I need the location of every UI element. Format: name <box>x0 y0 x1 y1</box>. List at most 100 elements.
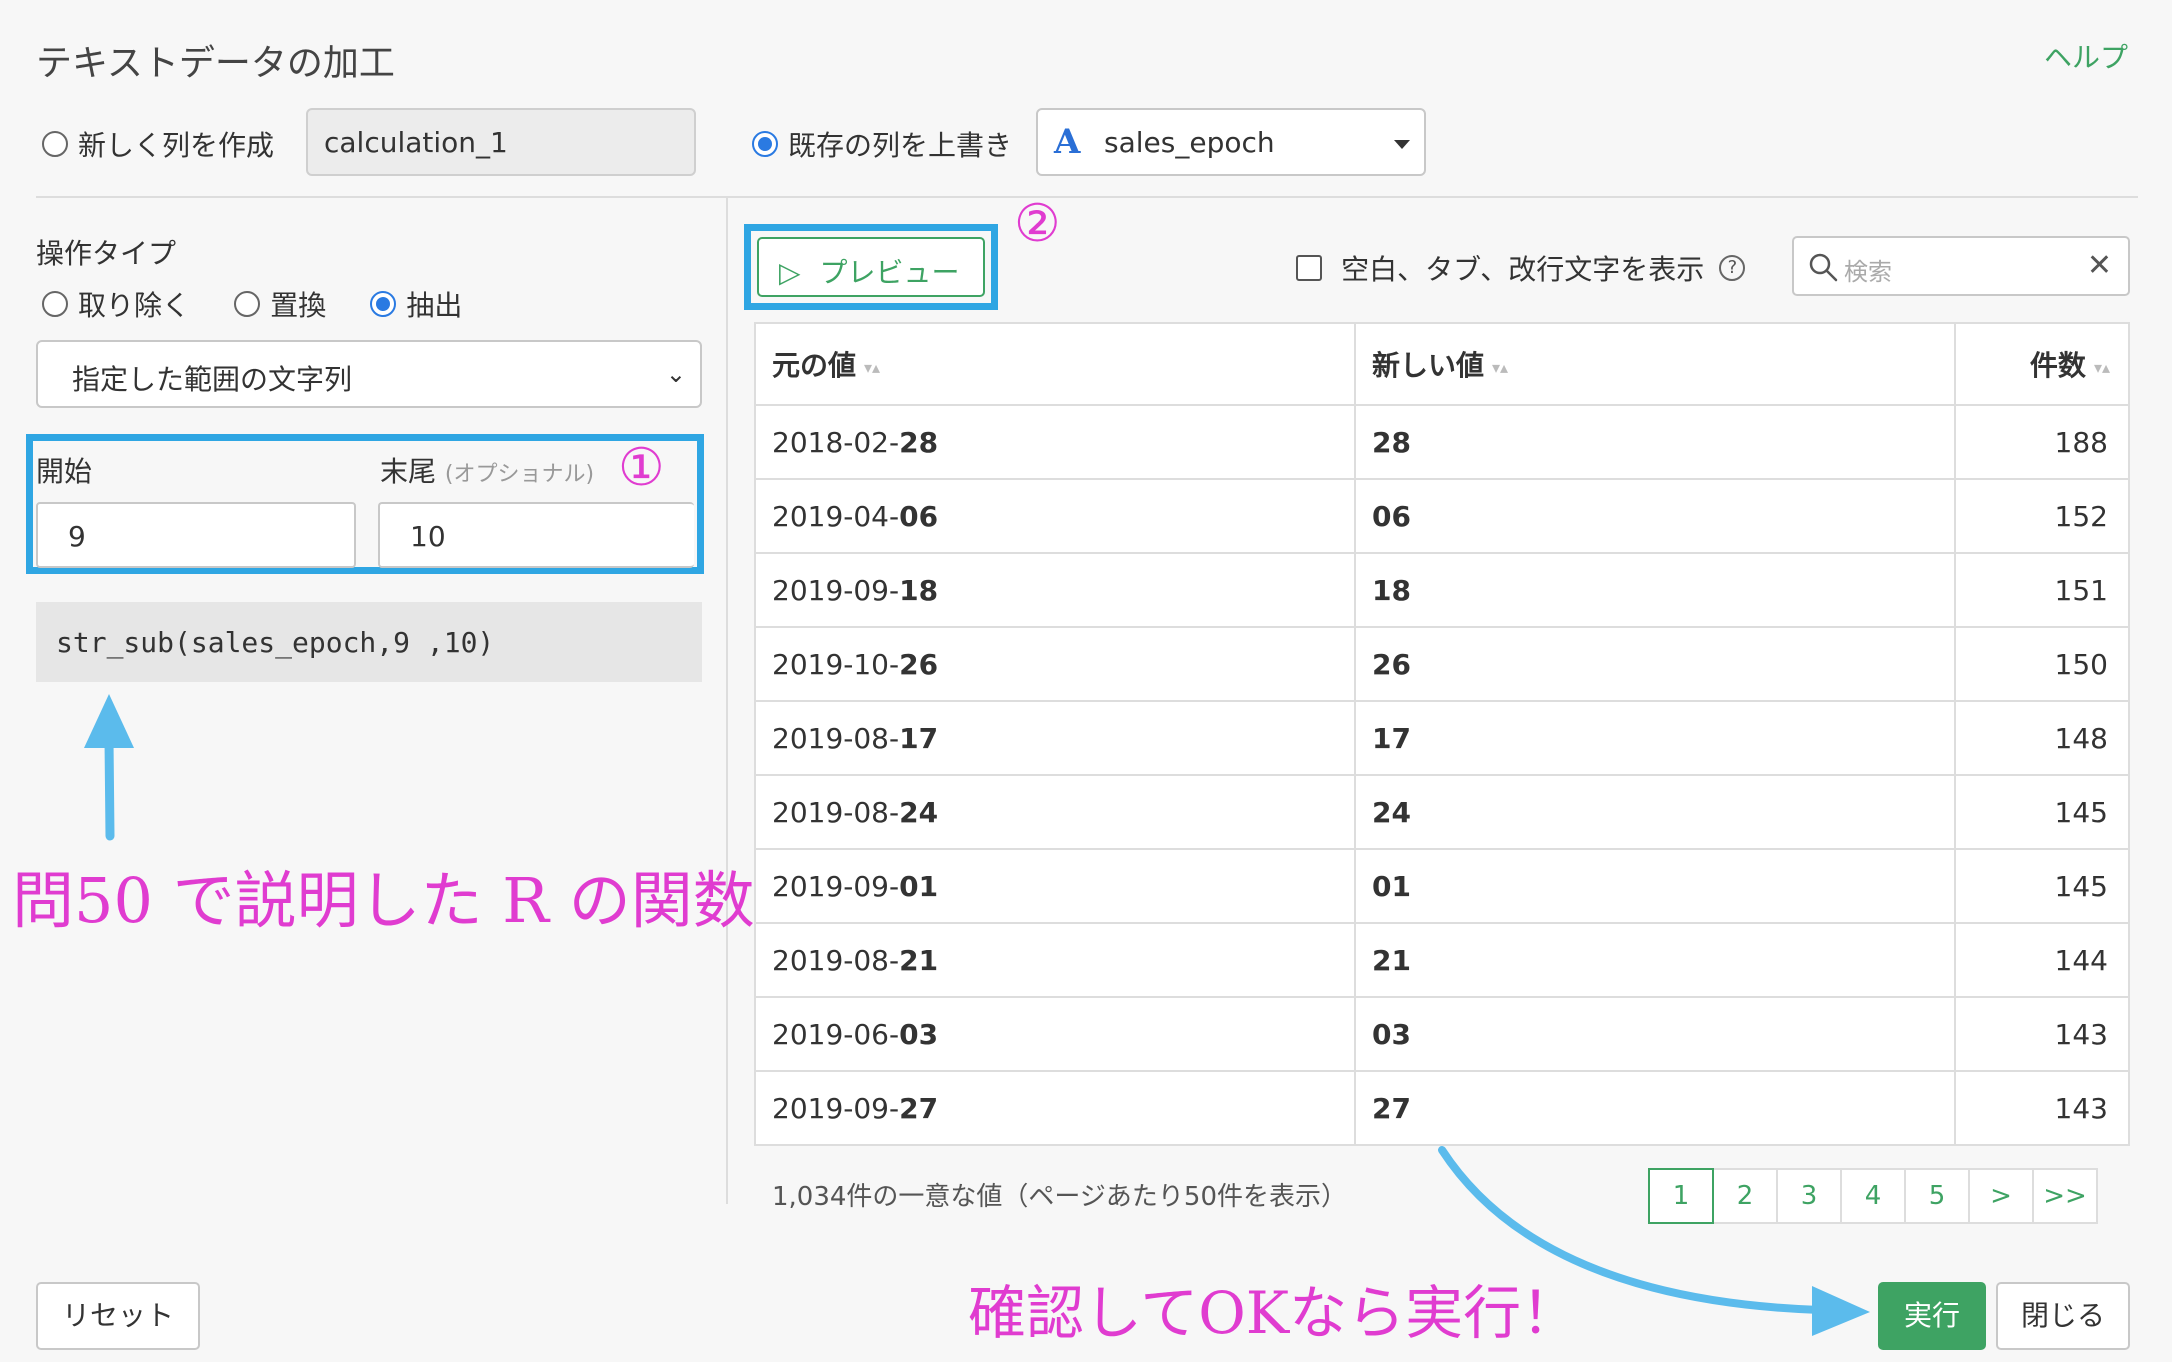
page-link[interactable]: >> <box>2032 1168 2098 1224</box>
original-value-cell: 2019-09-18 <box>754 552 1356 628</box>
annotation-run-note: 確認してOKなら実行！ <box>968 1279 1580 1347</box>
column-select[interactable]: A sales_epoch <box>1036 108 1426 176</box>
original-value-cell: 2019-09-27 <box>754 1070 1356 1146</box>
character-type-icon: A <box>1054 122 1081 162</box>
count-cell: 143 <box>1954 996 2130 1072</box>
column-select-value: sales_epoch <box>1104 126 1275 159</box>
new-value-cell: 27 <box>1354 1070 1956 1146</box>
operation-remove-option[interactable]: 取り除く <box>42 289 190 322</box>
overwrite-column-option[interactable]: 既存の列を上書き <box>752 124 1012 164</box>
new-value-cell: 24 <box>1354 774 1956 850</box>
original-value-cell: 2019-08-21 <box>754 922 1356 998</box>
operation-extract-radio[interactable] <box>370 291 397 317</box>
new-value-cell: 01 <box>1354 848 1956 924</box>
help-link[interactable]: ヘルプ <box>2044 36 2128 76</box>
header-count[interactable]: 件数 ▾▴ <box>1954 322 2130 406</box>
clear-search-icon[interactable]: ✕ <box>2087 248 2112 283</box>
page-link[interactable]: > <box>1968 1168 2034 1224</box>
header-new-value[interactable]: 新しい値 ▾▴ <box>1354 322 1956 406</box>
new-value-cell: 18 <box>1354 552 1956 628</box>
annotation-function-note: 問50 で説明した R の関数 <box>12 864 755 937</box>
count-cell: 143 <box>1954 1070 2130 1146</box>
sort-icon[interactable]: ▾▴ <box>864 358 880 377</box>
table-row: 2019-09-18 18 151 <box>754 552 2130 628</box>
search-input[interactable]: 検索 ✕ <box>1792 236 2130 296</box>
sort-icon[interactable]: ▾▴ <box>1492 358 1508 377</box>
original-value-cell: 2019-08-17 <box>754 700 1356 776</box>
new-value-cell: 28 <box>1354 404 1956 480</box>
divider-vertical <box>726 198 728 1204</box>
new-value-cell: 26 <box>1354 626 1956 702</box>
table-row: 2019-06-03 03 143 <box>754 996 2130 1072</box>
original-value-cell: 2019-09-01 <box>754 848 1356 924</box>
reset-button[interactable]: リセット <box>36 1282 200 1350</box>
chevron-down-icon: ⌄ <box>665 360 686 388</box>
original-value-cell: 2019-10-26 <box>754 626 1356 702</box>
overwrite-column-label: 既存の列を上書き <box>788 129 1013 162</box>
preview-button[interactable]: ▷ プレビュー <box>757 237 985 297</box>
count-cell: 145 <box>1954 848 2130 924</box>
table-row: 2019-04-06 06 152 <box>754 478 2130 554</box>
page-link[interactable]: 5 <box>1904 1168 1970 1224</box>
original-value-cell: 2019-04-06 <box>754 478 1356 554</box>
new-value-cell: 17 <box>1354 700 1956 776</box>
annotation-arrow-up <box>84 694 134 841</box>
show-whitespace-option[interactable]: 空白、タブ、改行文字を表示 ? <box>1296 248 1746 288</box>
table-row: 2019-09-01 01 145 <box>754 848 2130 924</box>
overwrite-column-radio[interactable] <box>752 131 778 157</box>
new-value-cell: 03 <box>1354 996 1956 1072</box>
search-icon <box>1809 253 1838 282</box>
help-question-icon[interactable]: ? <box>1719 255 1746 281</box>
operation-replace-radio[interactable] <box>234 291 261 317</box>
new-value-cell: 21 <box>1354 922 1956 998</box>
end-label-text: 末尾 <box>380 455 437 488</box>
preview-button-label: プレビュー <box>819 256 960 289</box>
original-value-cell: 2019-06-03 <box>754 996 1356 1072</box>
operation-replace-label: 置換 <box>270 289 327 322</box>
table-row: 2019-10-26 26 150 <box>754 626 2130 702</box>
count-cell: 145 <box>1954 774 2130 850</box>
table-row: 2019-08-24 24 145 <box>754 774 2130 850</box>
new-column-radio[interactable] <box>42 131 68 157</box>
start-label: 開始 <box>36 455 93 488</box>
operation-remove-label: 取り除く <box>78 289 191 322</box>
new-column-name-input[interactable]: calculation_1 <box>306 108 696 176</box>
count-cell: 144 <box>1954 922 2130 998</box>
table-row: 2018-02-28 28 188 <box>754 404 2130 480</box>
operation-type-group: 取り除く 置換 抽出 <box>42 284 462 324</box>
end-input[interactable]: 10 <box>378 502 694 568</box>
close-button[interactable]: 閉じる <box>1996 1282 2130 1350</box>
divider-horizontal <box>36 196 2138 198</box>
start-input[interactable]: 9 <box>36 502 356 568</box>
table-row: 2019-09-27 27 143 <box>754 1070 2130 1146</box>
run-button[interactable]: 実行 <box>1878 1282 1986 1350</box>
header-original-value[interactable]: 元の値 ▾▴ <box>754 322 1356 406</box>
caret-down-icon <box>1394 140 1410 149</box>
table-row: 2019-08-17 17 148 <box>754 700 2130 776</box>
search-placeholder: 検索 <box>1844 258 1892 286</box>
original-value-cell: 2018-02-28 <box>754 404 1356 480</box>
operation-type-label: 操作タイプ <box>36 237 177 270</box>
extract-mode-select[interactable]: 指定した範囲の文字列 ⌄ <box>36 340 702 408</box>
generated-r-code: str_sub(sales_epoch,9 ,10) <box>36 602 702 682</box>
extract-mode-value: 指定した範囲の文字列 <box>72 363 353 396</box>
operation-replace-option[interactable]: 置換 <box>234 289 326 322</box>
new-column-option[interactable]: 新しく列を作成 <box>42 124 274 164</box>
operation-extract-option[interactable]: 抽出 <box>370 289 462 322</box>
preview-highlight: ▷ プレビュー <box>744 224 998 310</box>
new-column-label: 新しく列を作成 <box>78 129 275 162</box>
count-cell: 148 <box>1954 700 2130 776</box>
preview-table: 元の値 ▾▴ 新しい値 ▾▴ 件数 ▾▴ 2018-02-28 28 188 2019-04… <box>754 322 2130 1146</box>
page-link[interactable]: 1 <box>1648 1168 1714 1224</box>
operation-extract-label: 抽出 <box>406 289 463 322</box>
operation-remove-radio[interactable] <box>42 291 68 317</box>
annotation-marker-2: ② <box>1014 194 1061 254</box>
count-cell: 150 <box>1954 626 2130 702</box>
play-icon: ▷ <box>779 256 801 289</box>
count-cell: 188 <box>1954 404 2130 480</box>
end-optional-note: (オプショナル) <box>444 462 595 487</box>
sort-icon[interactable]: ▾▴ <box>2094 358 2110 377</box>
show-whitespace-checkbox[interactable] <box>1296 255 1322 281</box>
show-whitespace-label: 空白、タブ、改行文字を表示 <box>1341 253 1705 286</box>
dialog-title: テキストデータの加工 <box>36 43 395 84</box>
